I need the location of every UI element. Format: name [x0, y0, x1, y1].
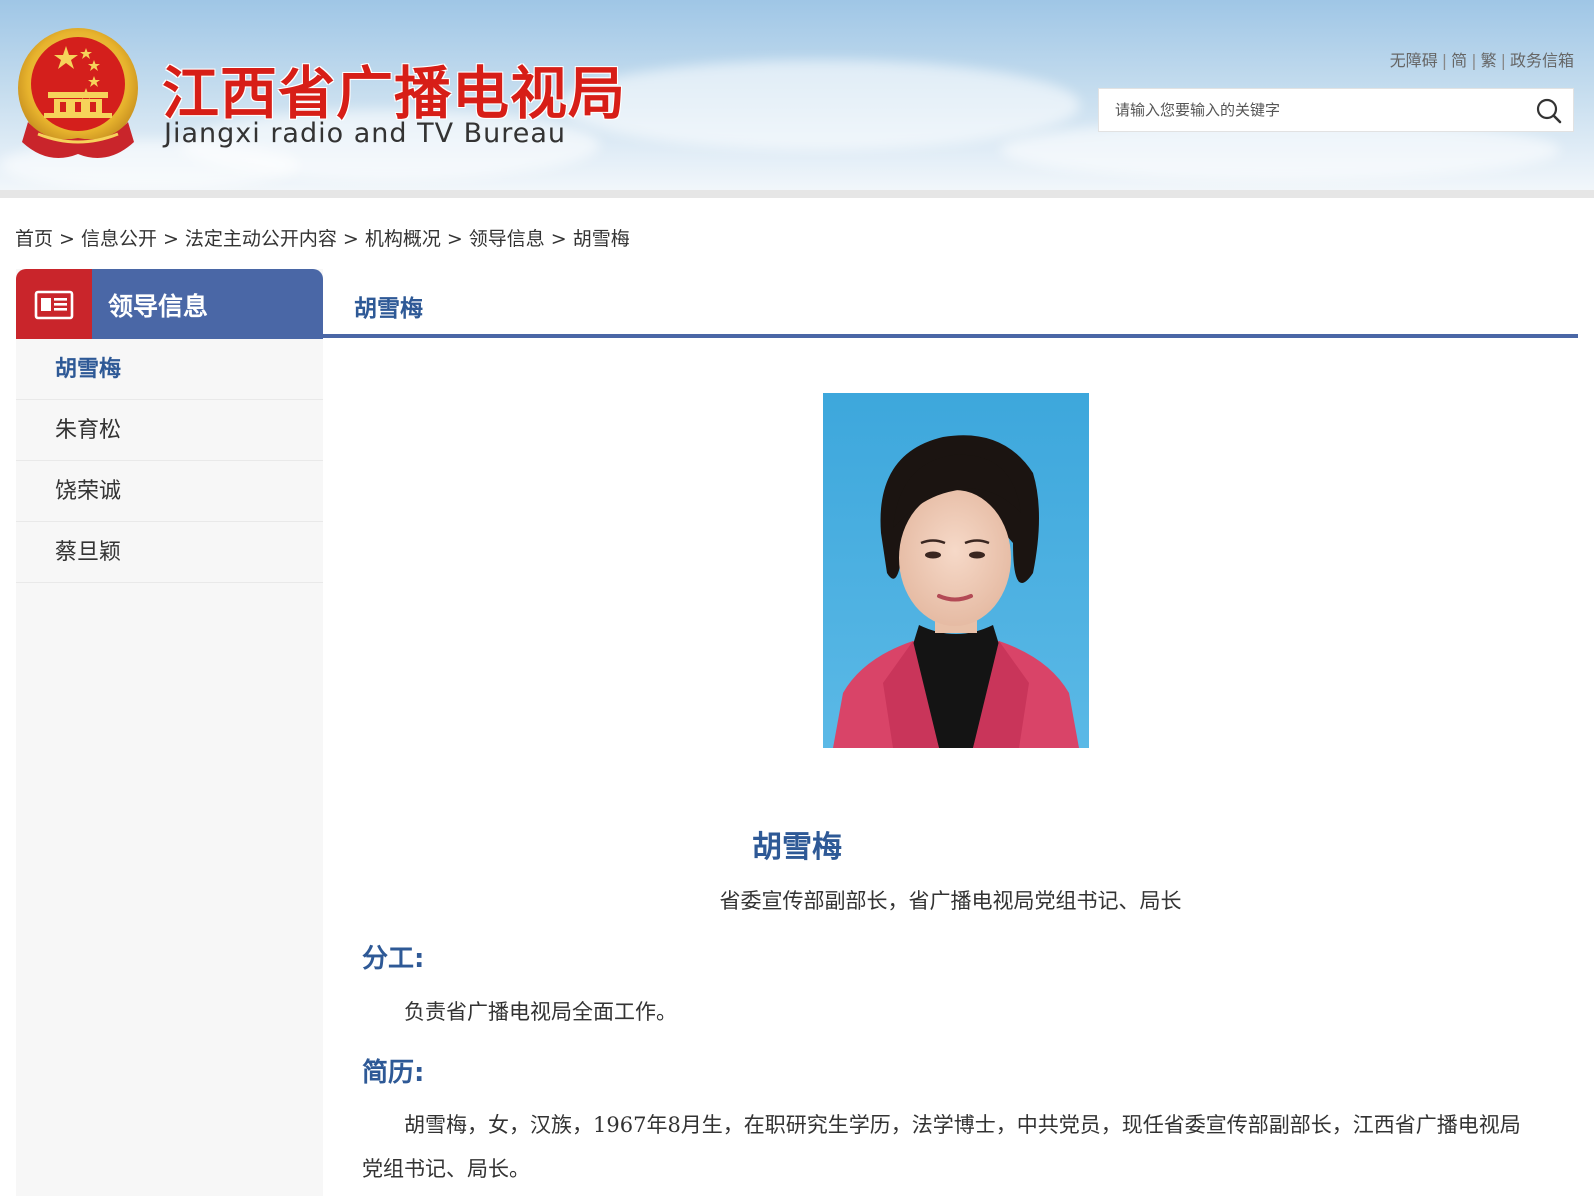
resume-heading: 简历:	[362, 1058, 425, 1088]
breadcrumb-separator: >	[59, 228, 75, 250]
leader-position: 省委宣传部副部长，省广播电视局党组书记、局长	[719, 889, 1182, 913]
news-icon	[34, 290, 74, 320]
header-cloud	[560, 60, 1080, 150]
national-emblem-icon[interactable]	[14, 26, 142, 168]
search-input[interactable]	[1099, 89, 1519, 131]
simplified-chinese-link[interactable]: 简	[1451, 51, 1467, 70]
header-divider	[0, 190, 1594, 198]
breadcrumb-separator: >	[446, 228, 463, 250]
link-separator: |	[1471, 51, 1477, 70]
top-links: 无障碍 | 简 | 繁 | 政务信箱	[1390, 47, 1574, 71]
site-title[interactable]: 江西省广播电视局	[162, 48, 626, 127]
sidebar-list: 胡雪梅 朱育松 饶荣诚 蔡旦颖	[16, 339, 323, 583]
site-header: 江西省广播电视局 Jiangxi radio and TV Bureau 无障碍…	[0, 0, 1594, 196]
breadcrumb-info-disclosure[interactable]: 信息公开	[81, 228, 157, 250]
breadcrumb-home[interactable]: 首页	[15, 228, 53, 250]
link-separator: |	[1441, 51, 1448, 70]
leader-portrait	[823, 393, 1089, 748]
breadcrumb-separator: >	[550, 228, 567, 250]
government-mailbox-link[interactable]: 政务信箱	[1510, 51, 1574, 70]
sidebar-title: 领导信息	[108, 292, 209, 321]
accessibility-link[interactable]: 无障碍	[1390, 51, 1438, 70]
sidebar-header: 领导信息	[16, 269, 323, 339]
breadcrumb: 首页 > 信息公开 > 法定主动公开内容 > 机构概况 > 领导信息 > 胡雪梅	[15, 224, 630, 251]
search-box	[1098, 88, 1574, 132]
sidebar-item-rao-rongcheng[interactable]: 饶荣诚	[16, 461, 323, 522]
site-subtitle: Jiangxi radio and TV Bureau	[164, 118, 567, 149]
search-icon[interactable]	[1535, 97, 1563, 125]
content-tab-title: 胡雪梅	[354, 296, 423, 322]
duties-text: 负责省广播电视局全面工作。	[404, 1000, 677, 1024]
resume-text: 胡雪梅，女，汉族，1967年8月生，在职研究生学历，法学博士，中共党员，现任省委…	[362, 1113, 1521, 1181]
breadcrumb-leaders[interactable]: 领导信息	[469, 228, 545, 250]
content-tab-underline	[323, 334, 1578, 338]
leader-name: 胡雪梅	[752, 830, 842, 865]
sidebar-item-cai-danying[interactable]: 蔡旦颖	[16, 522, 323, 583]
duties-heading: 分工:	[362, 944, 425, 974]
sidebar: 领导信息 胡雪梅 朱育松 饶荣诚 蔡旦颖	[16, 269, 323, 1196]
link-separator: |	[1500, 51, 1506, 70]
breadcrumb-statutory-content[interactable]: 法定主动公开内容	[185, 228, 337, 250]
sidebar-item-hu-xuemei[interactable]: 胡雪梅	[16, 339, 323, 400]
breadcrumb-separator: >	[342, 228, 359, 250]
breadcrumb-current[interactable]: 胡雪梅	[573, 228, 630, 250]
traditional-chinese-link[interactable]: 繁	[1481, 51, 1497, 70]
breadcrumb-separator: >	[162, 228, 179, 250]
breadcrumb-organization[interactable]: 机构概况	[365, 228, 441, 250]
sidebar-item-zhu-yusong[interactable]: 朱育松	[16, 400, 323, 461]
